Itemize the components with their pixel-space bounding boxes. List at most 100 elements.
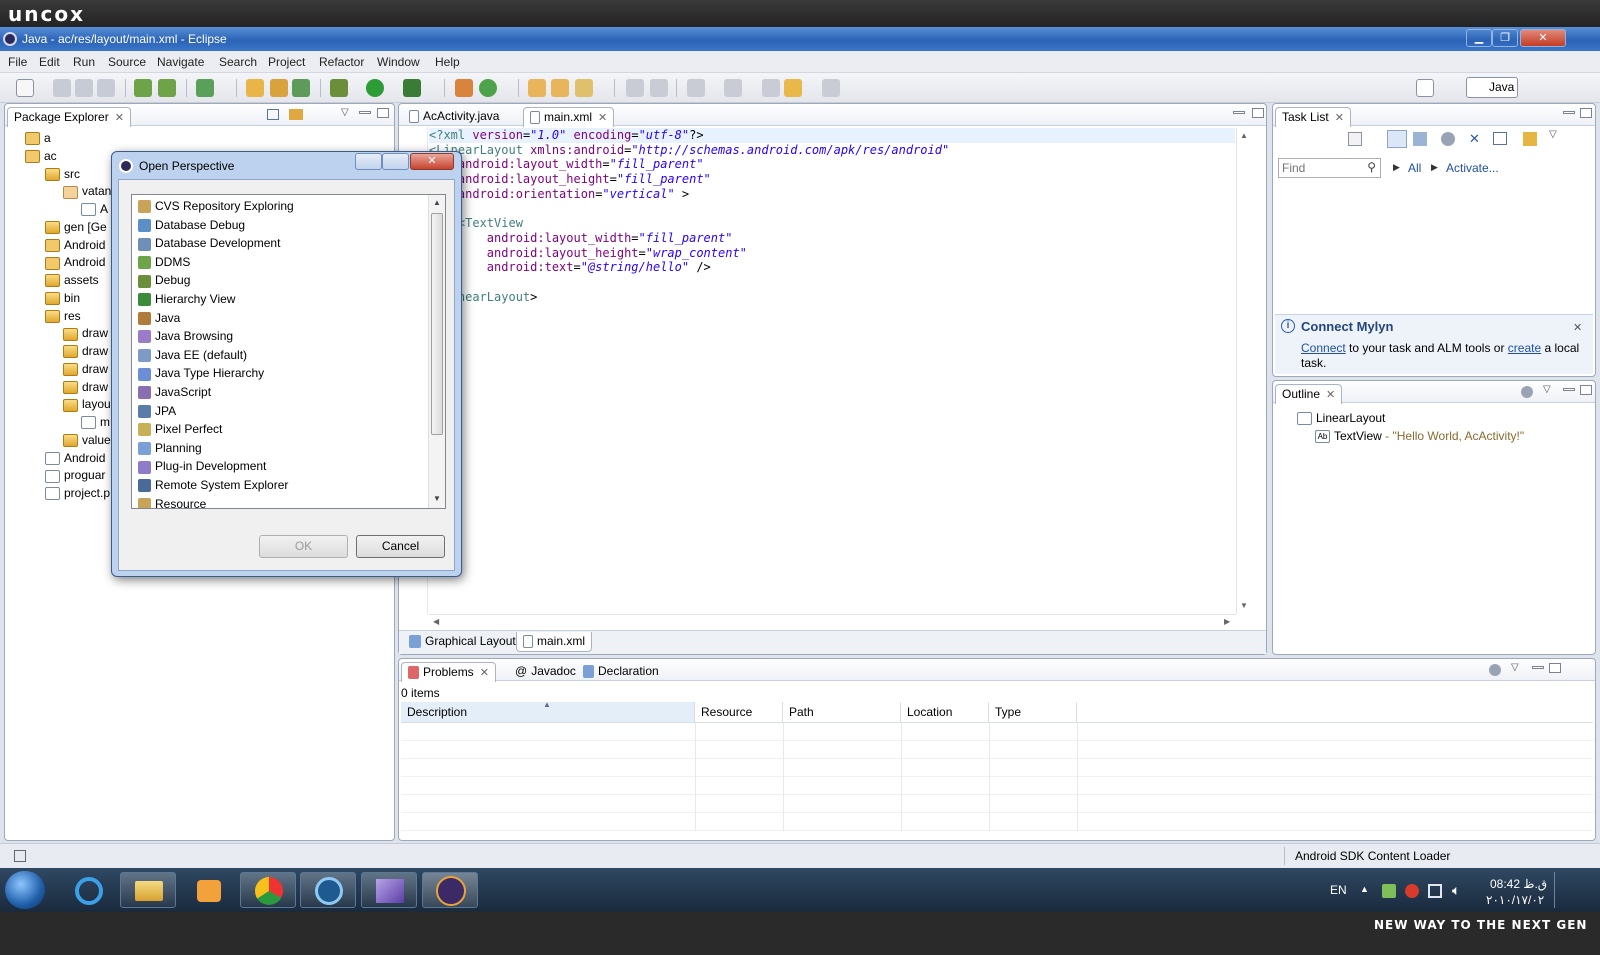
ok-button[interactable]: OK xyxy=(259,535,348,558)
tree-item[interactable]: draw xyxy=(63,378,108,396)
close-tab-icon[interactable]: ✕ xyxy=(1326,389,1335,401)
maximize-view-icon[interactable] xyxy=(1580,385,1592,395)
browser-icon[interactable] xyxy=(300,872,356,908)
maximize-editor-icon[interactable] xyxy=(1252,108,1264,118)
xml-source[interactable]: <?xml version="1.0" encoding="utf-8"?> <L… xyxy=(429,128,949,304)
table-row[interactable] xyxy=(401,795,1593,813)
java-perspective-button[interactable]: Java xyxy=(1466,77,1518,98)
close-tab-icon[interactable]: ✕ xyxy=(115,112,124,124)
tree-item[interactable]: vatan xyxy=(63,182,111,200)
save-all-icon[interactable] xyxy=(75,79,93,97)
maximize-view-icon[interactable] xyxy=(377,108,389,118)
new-package-icon[interactable] xyxy=(270,79,288,97)
scroll-right-icon[interactable]: ▶ xyxy=(1224,617,1230,626)
tree-item[interactable]: draw xyxy=(63,342,108,360)
clock-time[interactable]: 08:42 ق.ظ xyxy=(1490,877,1547,891)
new-task-icon[interactable] xyxy=(1348,132,1362,146)
perspective-item[interactable]: Planning xyxy=(132,439,428,458)
internet-explorer-icon[interactable] xyxy=(60,872,116,908)
print-icon[interactable] xyxy=(97,79,115,97)
save-icon[interactable] xyxy=(53,79,71,97)
fast-view-icon[interactable] xyxy=(14,850,26,862)
language-indicator[interactable]: EN xyxy=(1330,883,1347,897)
previous-annotation-icon[interactable] xyxy=(724,79,742,97)
media-player-icon[interactable] xyxy=(180,872,236,908)
create-link[interactable]: create xyxy=(1508,341,1541,355)
outline-linearlayout[interactable]: LinearLayout xyxy=(1297,409,1385,427)
perspective-item[interactable]: Java EE (default) xyxy=(132,346,428,365)
close-tab-icon[interactable]: ✕ xyxy=(598,112,607,124)
categorized-icon[interactable] xyxy=(1387,130,1407,148)
dialog-minimize-button[interactable] xyxy=(355,153,382,170)
perspective-item[interactable]: Database Development xyxy=(132,234,428,253)
column-path[interactable]: Path xyxy=(783,702,901,722)
avd-manager-icon[interactable] xyxy=(158,79,176,97)
task-find-field[interactable]: ⚲ xyxy=(1278,158,1381,178)
link-editor-icon[interactable] xyxy=(289,109,303,120)
tab-graphical-layout[interactable]: Graphical Layout xyxy=(403,632,522,652)
android-sdk-icon[interactable] xyxy=(134,79,152,97)
menu-edit[interactable]: Edit xyxy=(39,55,60,69)
menu-source[interactable]: Source xyxy=(108,55,146,69)
tree-item[interactable]: src xyxy=(45,165,80,183)
scheduled-icon[interactable] xyxy=(1413,132,1427,146)
task-find-input[interactable] xyxy=(1282,159,1364,176)
visual-studio-icon[interactable] xyxy=(361,872,417,908)
tree-item[interactable]: layou xyxy=(63,395,111,413)
new-java-project-icon[interactable] xyxy=(246,79,264,97)
close-button[interactable]: ✕ xyxy=(1520,29,1566,47)
table-row[interactable] xyxy=(401,723,1593,741)
toggle-mark-icon[interactable] xyxy=(626,79,644,97)
tree-item[interactable]: m xyxy=(81,413,110,431)
perspective-item[interactable]: DDMS xyxy=(132,253,428,272)
minimize-view-icon[interactable] xyxy=(1563,388,1575,391)
tree-item[interactable]: gen [Ge xyxy=(45,218,107,236)
horizontal-scrollbar[interactable]: ◀ ▶ xyxy=(429,614,1236,628)
list-scrollbar[interactable]: ▲ ▼ xyxy=(428,195,445,508)
tree-item[interactable]: draw xyxy=(63,360,108,378)
network-icon[interactable] xyxy=(1382,884,1396,898)
file-explorer-icon[interactable] xyxy=(120,872,176,908)
minimize-view-icon[interactable] xyxy=(1532,666,1544,669)
windows-start-icon[interactable] xyxy=(5,871,45,909)
new-server-icon[interactable] xyxy=(455,79,473,97)
next-annotation-icon[interactable] xyxy=(687,79,705,97)
tab-outline[interactable]: Outline ✕ xyxy=(1275,384,1343,404)
list-scroll-up-icon[interactable]: ▲ xyxy=(433,198,441,207)
view-menu-icon[interactable]: ▽ xyxy=(1543,384,1551,395)
forward-arrow-icon[interactable] xyxy=(822,79,840,97)
java-ee-ide-icon[interactable] xyxy=(422,872,478,908)
tree-item[interactable]: proguar xyxy=(45,466,105,484)
dialog-maximize-button[interactable] xyxy=(382,153,409,170)
minimize-editor-icon[interactable] xyxy=(1233,111,1245,114)
list-scroll-down-icon[interactable]: ▼ xyxy=(433,494,441,503)
hide-completed-icon[interactable]: ✕ xyxy=(1469,132,1483,146)
tab-acactivity-java[interactable]: AcActivity.java xyxy=(403,107,505,127)
menu-window[interactable]: Window xyxy=(377,55,420,69)
tree-item[interactable]: A xyxy=(81,200,108,218)
scroll-left-icon[interactable]: ◀ xyxy=(433,617,439,626)
tree-item[interactable]: draw xyxy=(63,324,108,342)
focus-icon[interactable] xyxy=(1441,132,1455,146)
perspective-item[interactable]: Database Debug xyxy=(132,216,428,235)
perspective-item[interactable]: CVS Repository Exploring xyxy=(132,197,428,216)
perspective-item[interactable]: Java Browsing xyxy=(132,327,428,346)
perspective-item[interactable]: Hierarchy View xyxy=(132,290,428,309)
perspective-item[interactable]: Java Type Hierarchy xyxy=(132,364,428,383)
tab-task-list[interactable]: Task List ✕ xyxy=(1275,107,1351,127)
table-row[interactable] xyxy=(401,759,1593,777)
tree-item[interactable]: value xyxy=(63,431,111,449)
collapse-all-icon[interactable] xyxy=(267,109,279,120)
scroll-down-icon[interactable]: ▼ xyxy=(1240,601,1248,610)
view-menu-icon[interactable]: ▽ xyxy=(341,107,349,118)
menu-refactor[interactable]: Refactor xyxy=(319,55,364,69)
tab-declaration[interactable]: Declaration xyxy=(577,662,665,682)
perspective-item[interactable]: JPA xyxy=(132,402,428,421)
scroll-up-icon[interactable]: ▲ xyxy=(1240,131,1248,140)
perspective-list[interactable]: CVS Repository Exploring Database Debug Da… xyxy=(131,194,446,509)
perspective-item[interactable]: Java xyxy=(132,309,428,328)
tab-problems[interactable]: Problems ✕ xyxy=(401,662,496,682)
close-mylyn-icon[interactable]: ✕ xyxy=(1573,321,1582,334)
table-row[interactable] xyxy=(401,741,1593,759)
minimize-view-icon[interactable] xyxy=(359,111,371,114)
